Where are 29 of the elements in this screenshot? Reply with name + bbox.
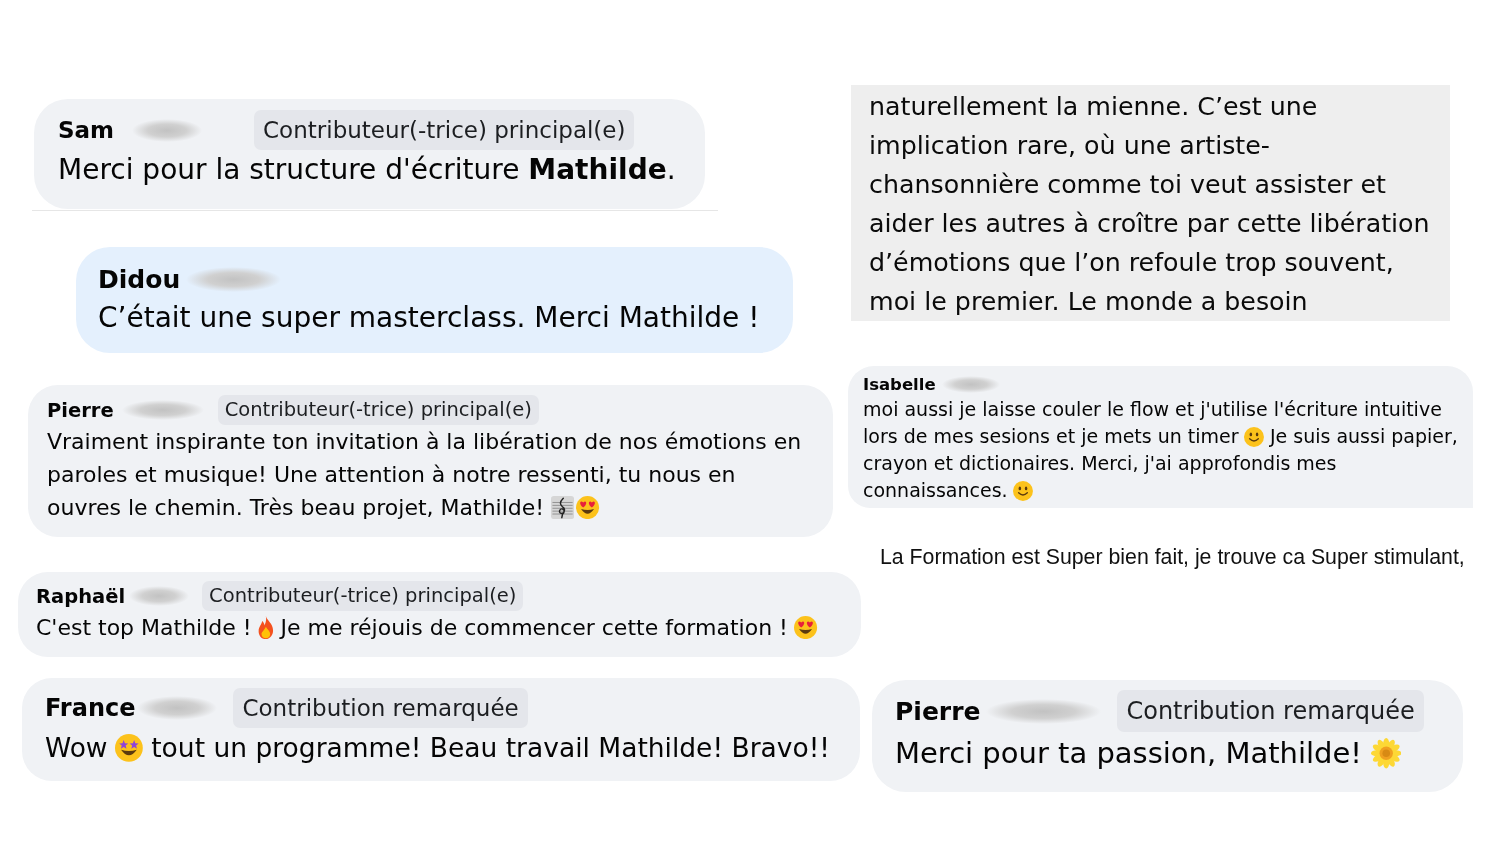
comment-text: Wow tout un programme! Beau travail Mathilde! Bravo!! bbox=[45, 731, 830, 765]
comment-text: moi aussi je laisse couler le flow et j'utilise l'écriture intuitive lors de mes sesions et je mets un timer Je suis aussi papier, crayon et dictionaires. Merci, j'ai approfondis mes connaissances. bbox=[863, 397, 1459, 503]
music-score-icon bbox=[550, 496, 574, 520]
smiley-emoji-icon bbox=[1013, 480, 1034, 501]
excerpt-text: naturellement la mienne. C’est une implication rare, où une artiste-chansonnière comme toi veut assister et aider les autres à croître par cette libération d’émotions que l’on refoule trop souvent, moi le premier. Le monde a besoin bbox=[869, 92, 1430, 316]
author-name: Sam bbox=[58, 117, 115, 143]
smiley-emoji-icon bbox=[1244, 426, 1265, 447]
comment-text: Merci pour la structure d'écriture Mathilde. bbox=[58, 152, 676, 188]
fire-icon bbox=[258, 616, 274, 640]
comment-text: C'est top Mathilde ! Je me réjouis de commencer cette formation ! bbox=[36, 611, 818, 644]
comment-text: Vraiment inspirante ton invitation à la libération de nos émotions en paroles et musique! Une attention à notre ressenti, tu nous en ouvres le chemin. Très beau projet, Mathilde! bbox=[47, 428, 803, 522]
heart-eyes-emoji-icon bbox=[576, 496, 600, 520]
author-name: Didou bbox=[98, 264, 181, 294]
comment-text: La Formation est Super bien fait, je trouve ca Super stimulant, bbox=[880, 545, 1465, 569]
role-badge: Contribution remarquée bbox=[233, 688, 528, 728]
author-name: France bbox=[45, 694, 136, 722]
comment-text: C’était une super masterclass. Merci Mathilde ! bbox=[98, 300, 760, 336]
role-badge: Contributeur(-trice) principal(e) bbox=[217, 395, 539, 425]
sunflower-icon bbox=[1370, 738, 1402, 769]
heart-eyes-emoji-icon bbox=[794, 616, 818, 640]
role-badge: Contributeur(-trice) principal(e) bbox=[254, 110, 635, 150]
role-badge: Contributeur(-trice) principal(e) bbox=[202, 581, 524, 611]
comment-text: Merci pour ta passion, Mathilde! bbox=[895, 732, 1402, 774]
star-eyes-emoji-icon bbox=[115, 734, 144, 763]
author-name: Raphaël bbox=[36, 584, 126, 608]
author-name: Pierre bbox=[895, 696, 981, 726]
role-badge: Contribution remarquée bbox=[1117, 690, 1424, 732]
author-name: Isabelle bbox=[863, 375, 936, 394]
author-name: Pierre bbox=[47, 398, 114, 422]
